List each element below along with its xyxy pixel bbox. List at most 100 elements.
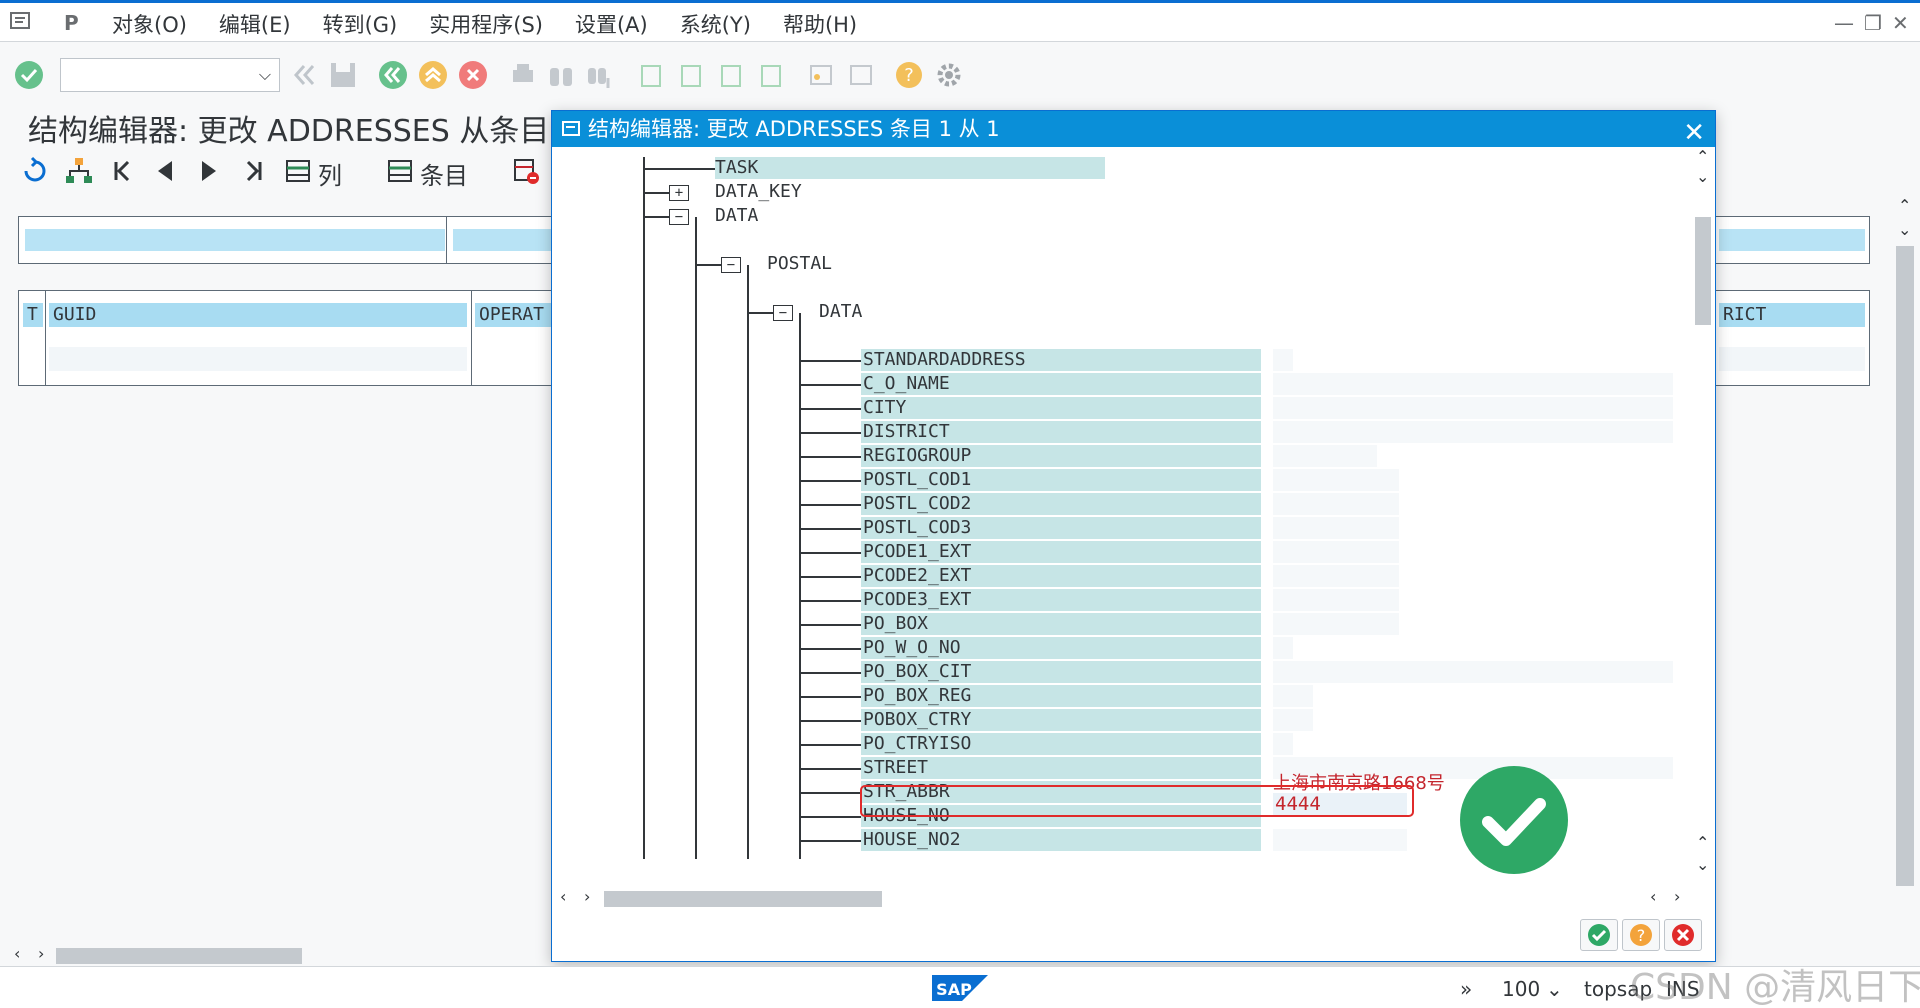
- field-value-input[interactable]: [1273, 829, 1407, 851]
- delete-column-icon[interactable]: [512, 156, 540, 186]
- scrollbar-thumb[interactable]: [1695, 217, 1711, 325]
- field-postl-cod1[interactable]: POSTL_COD1: [863, 469, 971, 491]
- chevron-left-icon[interactable]: ‹: [560, 887, 566, 906]
- restore-button[interactable]: ❐: [1864, 11, 1882, 35]
- chevron-down-icon[interactable]: ⌄: [1898, 220, 1911, 239]
- field-value-input[interactable]: [1273, 709, 1313, 731]
- chevron-right-icon[interactable]: ›: [38, 944, 44, 963]
- field-c-o-name[interactable]: C_O_NAME: [863, 373, 950, 395]
- confirm-button[interactable]: [1580, 919, 1618, 951]
- first-entry-icon[interactable]: [110, 156, 136, 186]
- field-po-box[interactable]: PO_BOX: [863, 613, 928, 635]
- column-header-type[interactable]: T: [23, 303, 43, 327]
- scrollbar-thumb[interactable]: [604, 891, 882, 907]
- chevron-down-icon[interactable]: ⌄: [1546, 977, 1563, 1001]
- customize-icon[interactable]: P: [64, 11, 86, 35]
- cancel-icon[interactable]: [458, 60, 488, 90]
- field-value-input[interactable]: [1273, 349, 1293, 371]
- field-pcode3-ext[interactable]: PCODE3_EXT: [863, 589, 971, 611]
- field-value-input[interactable]: [1273, 373, 1673, 395]
- field-pobox-ctry[interactable]: POBOX_CTRY: [863, 709, 971, 731]
- columns-label[interactable]: 列: [318, 156, 342, 191]
- node-data-key[interactable]: DATA_KEY: [715, 181, 802, 203]
- field-value-input[interactable]: [1273, 421, 1673, 443]
- field-value-input[interactable]: [1273, 541, 1399, 563]
- menu-icon[interactable]: [10, 11, 32, 31]
- collapse-minus-icon[interactable]: −: [773, 305, 793, 321]
- field-standardaddress[interactable]: STANDARDADDRESS: [863, 349, 1026, 371]
- field-value-input[interactable]: [1273, 637, 1293, 659]
- menu-object[interactable]: 对象(O): [112, 9, 187, 39]
- field-regiogroup[interactable]: REGIOGROUP: [863, 445, 971, 467]
- menu-utilities[interactable]: 实用程序(S): [429, 9, 543, 39]
- node-postal-data[interactable]: DATA: [819, 301, 862, 323]
- columns-icon[interactable]: [284, 156, 312, 186]
- refresh-icon[interactable]: [20, 156, 50, 186]
- close-window-button[interactable]: ✕: [1892, 11, 1909, 35]
- field-value-input[interactable]: [1273, 397, 1673, 419]
- node-data[interactable]: DATA: [715, 205, 758, 227]
- field-value-input[interactable]: [1273, 589, 1399, 611]
- field-city[interactable]: CITY: [863, 397, 906, 419]
- menu-help[interactable]: 帮助(H): [783, 9, 857, 39]
- column-header-guid[interactable]: GUID: [49, 303, 467, 327]
- chevron-left-icon[interactable]: ‹: [14, 944, 20, 963]
- main-vertical-scrollbar[interactable]: ⌃ ⌄: [1894, 196, 1916, 936]
- field-pcode1-ext[interactable]: PCODE1_EXT: [863, 541, 971, 563]
- chevron-down-icon[interactable]: ⌄: [1696, 855, 1709, 874]
- chevron-up-icon[interactable]: ⌃: [1696, 833, 1709, 852]
- field-value-input[interactable]: [1273, 685, 1313, 707]
- main-horizontal-scrollbar[interactable]: ‹ ›: [10, 944, 550, 964]
- field-value-input[interactable]: [1273, 565, 1399, 587]
- field-value-input[interactable]: [1273, 661, 1673, 683]
- last-entry-icon[interactable]: [240, 156, 266, 186]
- help-icon[interactable]: ?: [894, 60, 924, 90]
- field-value-input[interactable]: [1273, 733, 1293, 755]
- field-value-input[interactable]: [1273, 445, 1377, 467]
- field-value-input[interactable]: [1273, 469, 1399, 491]
- field-po-box-cit[interactable]: PO_BOX_CIT: [863, 661, 971, 683]
- minimize-button[interactable]: —: [1834, 11, 1854, 35]
- field-pcode2-ext[interactable]: PCODE2_EXT: [863, 565, 971, 587]
- column-header-district[interactable]: RICT: [1719, 303, 1865, 327]
- field-postl-cod3[interactable]: POSTL_COD3: [863, 517, 971, 539]
- field-value-input[interactable]: [1273, 517, 1399, 539]
- dialog-vertical-scrollbar[interactable]: ⌃ ⌄ ⌃ ⌄: [1692, 147, 1714, 887]
- dialog-horizontal-scrollbar[interactable]: ‹ › ‹ ›: [552, 887, 1692, 909]
- help-button[interactable]: ?: [1622, 919, 1660, 951]
- dialog-close-button[interactable]: ✕: [1683, 115, 1705, 151]
- collapse-minus-icon[interactable]: −: [721, 257, 741, 273]
- previous-entry-icon[interactable]: [152, 156, 178, 186]
- entries-icon[interactable]: [386, 156, 414, 186]
- chevron-up-icon[interactable]: ⌃: [1898, 196, 1911, 215]
- hierarchy-icon[interactable]: [64, 156, 94, 186]
- chevron-down-icon[interactable]: ⌄: [1696, 167, 1709, 186]
- gear-icon[interactable]: [934, 60, 964, 90]
- header-field-3[interactable]: [1719, 229, 1865, 251]
- field-value-input[interactable]: [1273, 613, 1399, 635]
- field-po-w-o-no[interactable]: PO_W_O_NO: [863, 637, 961, 659]
- chevron-down-icon[interactable]: ⌵: [259, 65, 271, 85]
- next-entry-icon[interactable]: [196, 156, 222, 186]
- scrollbar-thumb[interactable]: [56, 948, 302, 964]
- menu-edit[interactable]: 编辑(E): [219, 9, 291, 39]
- chevron-right-icon[interactable]: ›: [1674, 887, 1680, 906]
- cancel-button[interactable]: [1664, 919, 1702, 951]
- scrollbar-thumb[interactable]: [1896, 246, 1914, 886]
- header-field-1[interactable]: [25, 229, 445, 251]
- command-field[interactable]: ⌵: [60, 58, 280, 92]
- menu-system[interactable]: 系统(Y): [680, 9, 751, 39]
- table-row[interactable]: [49, 347, 467, 371]
- back-icon[interactable]: [378, 60, 408, 90]
- chevron-up-icon[interactable]: ⌃: [1696, 147, 1709, 166]
- menu-goto[interactable]: 转到(G): [323, 9, 398, 39]
- field-po-ctryiso[interactable]: PO_CTRYISO: [863, 733, 971, 755]
- chevron-right-icon[interactable]: ›: [584, 887, 590, 906]
- expand-plus-icon[interactable]: +: [669, 185, 689, 201]
- exit-icon[interactable]: [418, 60, 448, 90]
- entries-label[interactable]: 条目: [420, 156, 468, 191]
- status-expand-icon[interactable]: »: [1460, 977, 1472, 1001]
- field-district[interactable]: DISTRICT: [863, 421, 950, 443]
- menu-settings[interactable]: 设置(A): [575, 9, 648, 39]
- field-house-no2[interactable]: HOUSE_NO2: [863, 829, 961, 851]
